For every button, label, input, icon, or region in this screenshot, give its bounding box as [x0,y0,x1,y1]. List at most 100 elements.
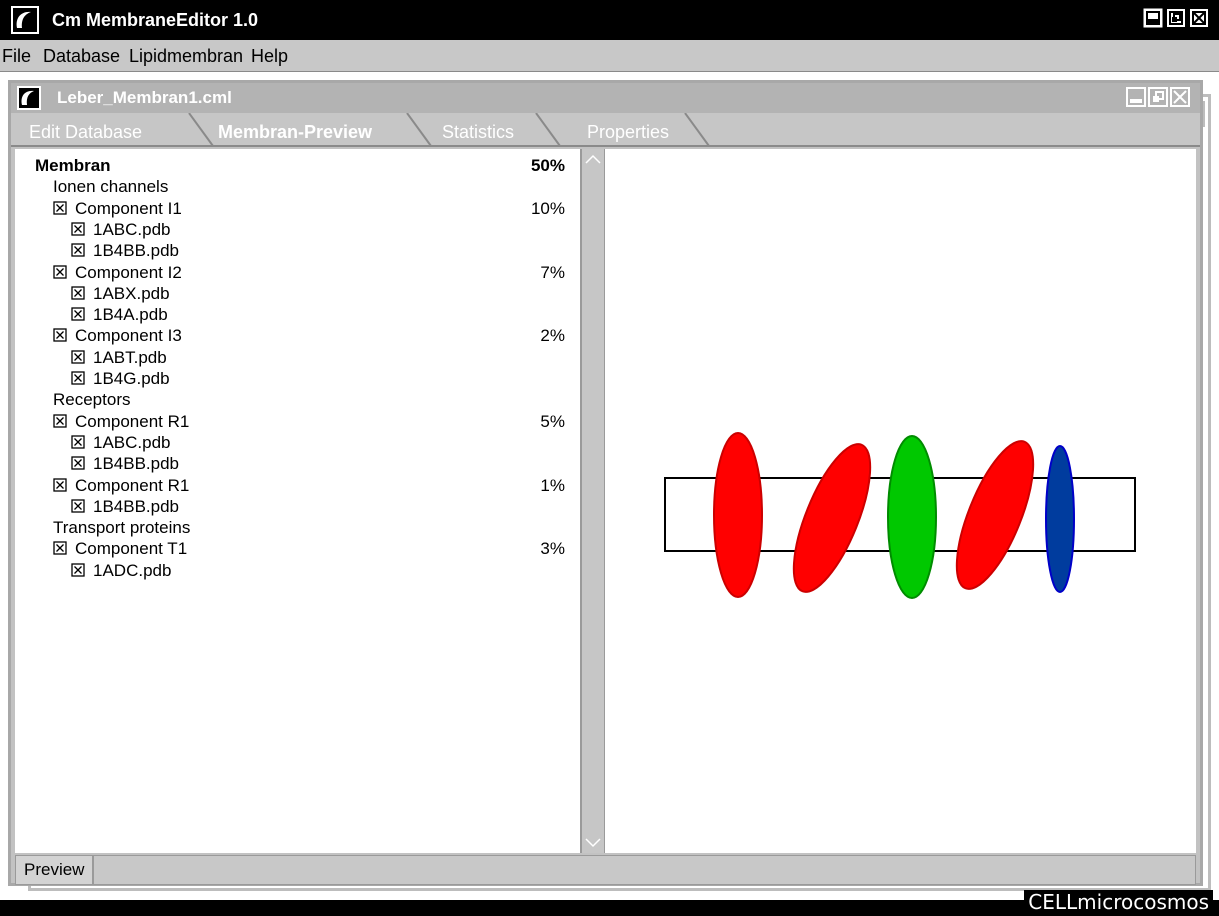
tree-item-text: 1B4G.pdb [93,369,170,388]
tree-item-checkable[interactable]: Component I1 10% [15,198,581,219]
app-title: Cm MembraneEditor 1.0 [52,10,259,30]
tree-item-checkable[interactable]: 1ADC.pdb [15,560,581,581]
tree-item-text: 1B4BB.pdb [93,241,180,261]
tree-item-label: 1ABX.pdb [71,283,170,304]
menu-bar: File Database Lipidmembran Help [0,40,1219,72]
tree-item-label: Component T1 [53,538,187,559]
tree-item-label: Transport proteins [53,517,190,538]
tree-item-label: 1ADC.pdb [71,560,171,581]
checkbox-checked-icon[interactable] [71,222,85,236]
tree-item-checkable[interactable]: 1ABC.pdb [15,432,581,453]
tree-item-checkable[interactable]: Component I2 7% [15,262,581,283]
tree-item-label: Receptors [53,389,130,410]
tab-properties[interactable]: Properties [587,122,669,143]
tree-item-checkable[interactable]: 1ABT.pdb [15,347,581,368]
tree-group-label: Ionen channels [15,176,581,197]
tree-group-label: Transport proteins [15,517,581,538]
tree-item-label: 1B4A.pdb [71,304,168,325]
checkbox-checked-icon[interactable] [71,435,85,449]
tree-item-checkable[interactable]: 1B4G.pdb [15,368,581,389]
tree-item-label: 1ABT.pdb [71,347,167,368]
close-icon[interactable] [1189,8,1209,28]
checkbox-checked-icon[interactable] [53,328,67,343]
checkbox-checked-icon[interactable] [71,371,85,385]
tree-item-percentage: 2% [540,326,565,346]
scroll-up-icon[interactable] [582,151,604,167]
tree-item-text: Membran [35,156,111,175]
checkbox-checked-icon[interactable] [71,456,85,470]
tree-item-text: 1ABC.pdb [93,432,171,452]
tree-item-label: Component I2 [53,262,182,283]
tree-group-label: Receptors [15,389,581,410]
tree-item-checkable[interactable]: Component R1 1% [15,475,581,496]
checkbox-checked-icon[interactable] [71,499,85,513]
protein-shape[interactable] [1045,445,1075,593]
tree-item-checkable[interactable]: 1ABC.pdb [15,219,581,240]
window-controls [1143,8,1209,28]
document-titlebar[interactable]: Leber_Membran1.cml [11,83,1200,113]
protein-shape[interactable] [713,432,763,598]
tree-item-label: Ionen channels [53,176,168,197]
tree-item-percentage: 5% [540,411,565,431]
tab-membran-preview[interactable]: Membran-Preview [218,122,372,143]
tree-item-percentage: 7% [540,262,565,282]
status-tab-preview[interactable]: Preview [16,856,95,884]
workspace: Leber_Membran1.cml Edit Database Membran… [0,72,1219,900]
tree-group-label: Membran 50% [15,155,581,176]
tree-item-label: Membran [35,155,111,176]
tree-item-text: Ionen channels [53,177,169,197]
checkbox-checked-icon[interactable] [71,243,85,257]
tree-item-text: Component T1 [75,539,188,559]
checkbox-checked-icon[interactable] [71,350,85,364]
doc-maximize-icon[interactable] [1148,87,1168,107]
tree-item-text: Component I2 [75,262,182,282]
menu-lipidmembran[interactable]: Lipidmembran [129,46,243,67]
checkbox-checked-icon[interactable] [71,307,85,321]
checkbox-checked-icon[interactable] [53,264,67,279]
menu-file[interactable]: File [2,46,31,67]
document-title: Leber_Membran1.cml [57,88,232,107]
tree-item-checkable[interactable]: 1B4BB.pdb [15,240,581,261]
checkbox-checked-icon[interactable] [53,541,67,556]
tree-item-label: Component I3 [53,325,182,346]
scroll-down-icon[interactable] [582,835,604,851]
tree-item-text: 1B4BB.pdb [93,496,180,516]
app-titlebar: Cm MembraneEditor 1.0 [0,0,1219,40]
tree-item-checkable[interactable]: Component T1 3% [15,538,581,559]
tree-item-checkable[interactable]: 1B4A.pdb [15,304,581,325]
tree-item-percentage: 3% [540,539,565,559]
vertical-scrollbar[interactable] [581,149,605,853]
protein-shape[interactable] [887,435,937,599]
tab-edit-database[interactable]: Edit Database [29,122,142,143]
tree-item-checkable[interactable]: Component R1 5% [15,411,581,432]
menu-database[interactable]: Database [43,46,120,67]
tree-item-text: Receptors [53,390,131,410]
app-logo-icon [11,6,39,34]
maximize-icon[interactable] [1166,8,1186,28]
tree-item-text: Transport proteins [53,518,191,538]
status-bar: Preview [15,855,1196,885]
document-window: Leber_Membran1.cml Edit Database Membran… [8,80,1203,886]
membrane-canvas [664,432,1136,599]
minimize-icon[interactable] [1143,8,1163,28]
checkbox-checked-icon[interactable] [53,477,67,492]
tab-statistics[interactable]: Statistics [442,122,514,143]
tree-item-checkable[interactable]: 1B4BB.pdb [15,496,581,517]
tree-item-label: Component R1 [53,411,189,432]
checkbox-checked-icon[interactable] [71,563,85,577]
tab-bar: Edit Database Membran-Preview Statistics… [11,113,1200,147]
tree-item-checkable[interactable]: 1ABX.pdb [15,283,581,304]
tree-item-text: 1B4BB.pdb [93,454,180,474]
tree-item-checkable[interactable]: 1B4BB.pdb [15,453,581,474]
doc-minimize-icon[interactable] [1126,87,1146,107]
checkbox-checked-icon[interactable] [53,200,67,215]
checkbox-checked-icon[interactable] [53,413,67,428]
tree-item-text: 1ABC.pdb [93,219,171,239]
checkbox-checked-icon[interactable] [71,286,85,300]
tree-item-label: 1B4BB.pdb [71,240,179,261]
menu-help[interactable]: Help [251,46,288,67]
doc-close-icon[interactable] [1170,87,1190,107]
tree-item-checkable[interactable]: Component I3 2% [15,325,581,346]
tree-item-text: 1ABT.pdb [93,347,167,367]
tree-item-label: 1ABC.pdb [71,432,171,453]
